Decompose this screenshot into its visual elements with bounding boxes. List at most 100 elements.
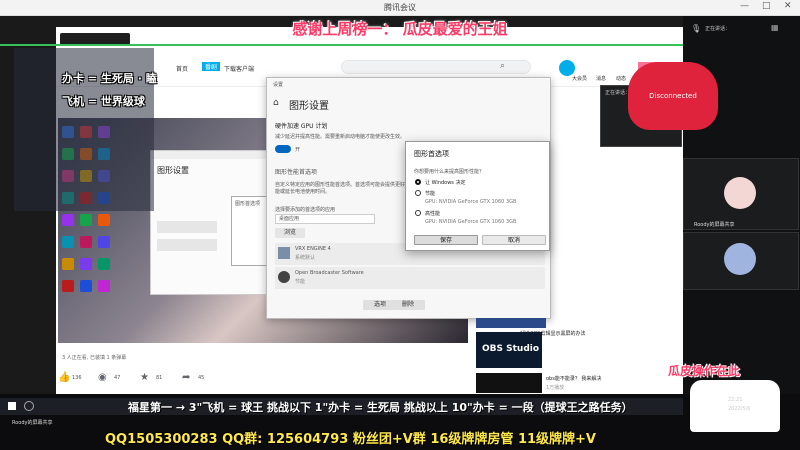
bangumi-badge[interactable]: 番剧 [202, 62, 220, 71]
download-client-link[interactable]: 下载客户端 [224, 64, 254, 73]
nav-home[interactable]: 首页 [176, 64, 188, 73]
dialog-titlebar [151, 151, 281, 159]
video-thumb[interactable] [476, 318, 546, 328]
ticker-text: 福星第一 → 3"飞机 = 球王 挑战以下 1"办卡 = 生死局 挑战以上 10… [128, 401, 633, 414]
stream-banner: 感谢上周榜一： 瓜皮最爱的王姐 [292, 20, 508, 38]
home-icon[interactable]: ⌂ [273, 98, 279, 108]
app-icon[interactable] [98, 280, 110, 292]
app-icon[interactable] [62, 258, 74, 270]
radio-high-performance[interactable] [415, 210, 421, 216]
message-label[interactable]: 消息 [596, 75, 606, 82]
browse-label: 选择要添加的首选项的应用 [275, 207, 336, 213]
app-icon[interactable] [62, 280, 74, 292]
app-type-dropdown[interactable]: 桌面应用 [275, 214, 375, 224]
window-title: 腾讯会议 [384, 3, 416, 12]
graphics-pref-heading: 图形性能首选项 [275, 169, 318, 176]
radio-power-saving[interactable] [415, 190, 421, 196]
share-count: 45 [198, 375, 205, 381]
app-pref: 节能 [295, 279, 306, 285]
grid-icon[interactable]: ▦ [771, 23, 779, 32]
gpu-scheduling-heading: 硬件加速 GPU 计划 [275, 123, 328, 130]
participant-name: Roody的屏幕共享 [694, 222, 735, 228]
search-icon[interactable] [24, 401, 34, 411]
video-thumb[interactable] [476, 373, 542, 393]
app-row[interactable]: Open Broadcaster Software 节能 [275, 267, 545, 289]
toggle-state-label: 开 [295, 147, 301, 153]
app-name: Open Broadcaster Software [295, 270, 364, 276]
popup-title: 图形首选项 [414, 150, 449, 158]
avatar [724, 243, 756, 275]
browse-button[interactable]: 浏览 [275, 228, 305, 238]
app-icon[interactable] [62, 214, 74, 226]
gpu-scheduling-toggle[interactable] [275, 145, 291, 153]
video-meta: 1万播放 [546, 385, 565, 391]
obs-thumb-title: OBS Studio [482, 344, 540, 354]
coin-icon[interactable]: ◉ [98, 372, 107, 383]
share-icon[interactable]: ➦ [182, 372, 190, 383]
start-icon[interactable] [8, 402, 16, 410]
video-title[interactable]: obs能不能录？ 我来解决 [546, 375, 656, 382]
gpu-label: GPU: NVIDIA GeForce GTX 1060 3GB [425, 199, 517, 205]
ticker-bar: 福星第一 → 3"飞机 = 球王 挑战以下 1"办卡 = 生死局 挑战以上 10… [0, 398, 683, 415]
mascot-caption: 瓜皮操作在此 [668, 364, 741, 378]
contact-line: QQ1505300283 QQ群: 125604793 粉丝团+V群 16级牌牌… [105, 432, 596, 447]
window-titlebar: 腾讯会议 — □ ✕ [0, 0, 800, 16]
radio-power-saving-label: 节能 [425, 191, 436, 197]
maximize-button[interactable]: □ [762, 1, 771, 11]
obs-video-thumb[interactable]: OBS Studio [476, 332, 542, 368]
participant-tile[interactable]: Roody的屏幕共享 [683, 158, 799, 230]
app-name: VRX ENGINE 4 [295, 246, 331, 252]
graphics-pref-desc: 自定义特定应用的图形性能首选项。首选项可能会提供更好的应用性能或延长电池使用时间… [275, 182, 426, 195]
clock-time: 22:21 [728, 397, 743, 403]
gpu-label: GPU: NVIDIA GeForce GTX 1060 3GB [425, 219, 517, 225]
speaking-label: 正在讲话： [705, 26, 731, 32]
dialog-heading: 图形设置 [157, 166, 189, 175]
dynamic-label[interactable]: 动态 [616, 75, 626, 82]
gpu-scheduling-desc: 减少延迟并提高性能。需要重新启动电脑才能使更改生效。 [275, 134, 406, 140]
app-icon[interactable] [98, 258, 110, 270]
avatar[interactable] [559, 60, 575, 76]
app-icon[interactable] [80, 214, 92, 226]
app-icon[interactable] [98, 214, 110, 226]
page-title: 图形设置 [289, 101, 329, 112]
graphics-preference-dialog: 图形首选项 你想要用什么来提高图形性能？ 让 Windows 决定 节能 GPU… [405, 141, 550, 251]
overlay-line-2: 飞机 = 世界级球 [62, 95, 145, 108]
accent-strip [0, 44, 683, 46]
save-button[interactable]: 保存 [414, 235, 478, 245]
minimize-button[interactable]: — [740, 1, 749, 11]
close-button[interactable]: ✕ [784, 1, 792, 11]
app-icon[interactable] [80, 280, 92, 292]
overlay-line-1: 办卡 = 生死局 · 瞌 [62, 72, 157, 85]
share-speaking-label: 正在讲话： [605, 90, 631, 96]
app-icon [278, 247, 290, 259]
app-icon[interactable] [80, 258, 92, 270]
avatar [724, 177, 756, 209]
echo-app-row [157, 239, 217, 251]
participant-tile[interactable] [683, 232, 799, 290]
echo-app-row [157, 221, 217, 233]
mic-icon: 🎙 [691, 24, 702, 33]
settings-dialog-echo: 图形设置 图形首选项 [150, 150, 281, 295]
radio-high-performance-label: 高性能 [425, 211, 441, 217]
disconnected-badge: Disconnected [628, 62, 718, 130]
app-icon[interactable] [80, 236, 92, 248]
popup-question: 你想要用什么来提高图形性能？ [414, 169, 485, 175]
favorite-count: 81 [156, 375, 163, 381]
settings-titlebar-label: 设置 [273, 82, 284, 88]
clock-date: 2022/5/6 [728, 406, 751, 412]
radio-windows-decide[interactable] [415, 179, 421, 185]
delete-button[interactable]: 删除 [391, 300, 425, 310]
obs-icon [278, 271, 290, 283]
viewer-count: 3 人正在看, 已装填 1 条弹幕 [62, 355, 127, 361]
disconnected-text: Disconnected [649, 92, 697, 100]
app-pref: 系统默认 [295, 255, 316, 261]
vip-label[interactable]: 大会员 [572, 75, 587, 82]
search-icon[interactable]: ⌕ [500, 61, 514, 73]
like-count: 136 [72, 375, 82, 381]
app-icon[interactable] [62, 236, 74, 248]
app-icon[interactable] [98, 236, 110, 248]
favorite-icon[interactable]: ★ [140, 372, 149, 383]
cancel-button[interactable]: 取消 [482, 235, 546, 245]
like-icon[interactable]: 👍 [58, 372, 70, 383]
coin-count: 47 [114, 375, 121, 381]
